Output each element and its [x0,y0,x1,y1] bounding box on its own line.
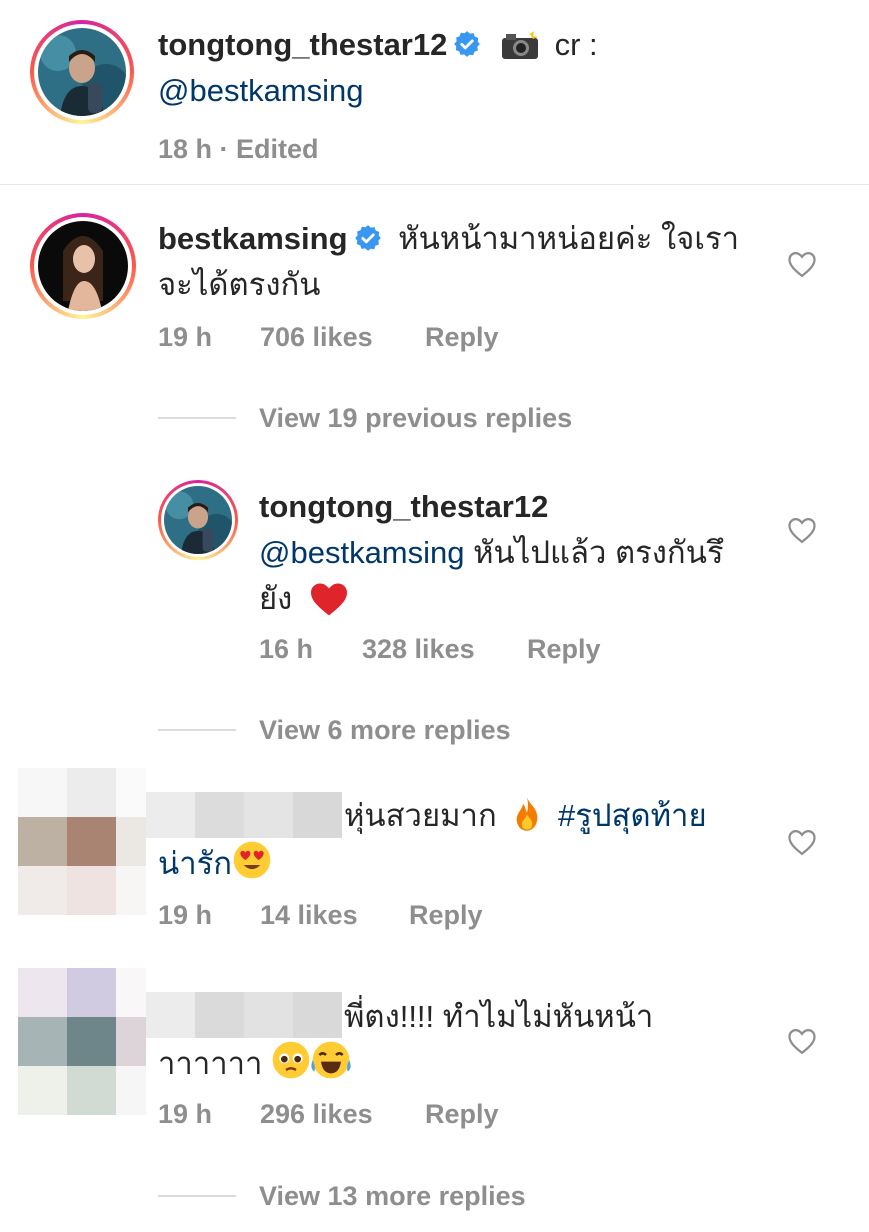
reply-mention[interactable]: @bestkamsing [259,535,465,570]
verified-badge-icon [354,225,381,251]
blurred-username[interactable] [146,792,342,838]
comment-4-line1: พี่ตง!!!! ทำไมไม่หันหน้า [344,999,654,1034]
comment-3-likes[interactable]: 14 likes [260,900,358,931]
comment-1-text-line1: หันหน้ามาหน่อยค่ะ ใจเรา [398,221,740,256]
comment-1-username[interactable]: bestkamsing [158,221,348,256]
heart-outline-icon[interactable] [787,1027,817,1055]
heart-outline-icon[interactable] [787,828,817,856]
reply-likes[interactable]: 328 likes [362,634,475,665]
caption-divider [0,184,869,185]
reply-comment: tongtong_thestar12 @bestkamsing หันไปแล้… [259,484,779,622]
comment-avatar-bestkamsing[interactable] [30,213,136,319]
comment-3-reply-button[interactable]: Reply [409,900,483,931]
replies-line [158,729,236,731]
red-heart-icon [310,583,347,616]
comment-3-line2: น่ารัก [158,840,272,887]
comment-1-reply-button[interactable]: Reply [425,322,499,353]
view-more-replies-button[interactable]: View 6 more replies [259,715,511,746]
camera-flash-icon [501,30,538,59]
post-caption: tongtong_thestar12 cr : @bestkamsing 18 … [158,22,838,165]
verified-badge-icon [454,31,481,57]
view-previous-replies-button[interactable]: View 19 previous replies [259,403,572,434]
avatar-image-diver [164,486,232,554]
heart-outline-icon[interactable] [787,516,817,544]
replies-line [158,417,236,419]
caption-suffix: cr : [554,27,598,62]
caption-mention[interactable]: @bestkamsing [158,68,838,114]
comment-3-hashtag-line2[interactable]: น่ารัก [158,846,232,881]
comment-1: bestkamsing หันหน้ามาหน่อยค่ะ ใจเรา จะได… [158,216,778,308]
fire-emoji-icon [517,797,538,831]
reply-username[interactable]: tongtong_thestar12 [259,489,548,524]
avatar-image-diver [38,28,126,116]
blurred-avatar[interactable] [18,768,148,918]
tears-of-joy-emoji-icon [311,1041,351,1079]
replies-line [158,1195,236,1197]
heart-outline-icon[interactable] [787,250,817,278]
comment-1-time: 19 h [158,322,213,352]
blurred-avatar[interactable] [18,968,148,1118]
comment-4-reply-button[interactable]: Reply [425,1099,499,1130]
reply-reply-button[interactable]: Reply [527,634,601,665]
comment-4-likes[interactable]: 296 likes [260,1099,373,1130]
post-meta: 18 h · Edited [158,134,319,164]
comment-4-text-line2: าาาาาา [158,1046,263,1081]
pleading-face-emoji-icon [272,1041,310,1079]
reply-text-line2: ยัง [259,581,293,616]
avatar-image-woman [38,221,128,311]
post-author-avatar[interactable] [30,20,134,124]
post-author-username[interactable]: tongtong_thestar12 [158,27,447,62]
comment-4-time: 19 h [158,1099,213,1129]
reply-time: 16 h [259,634,314,664]
reply-avatar-tongtong[interactable] [158,480,238,560]
comment-3-hashtag[interactable]: #รูปสุดท้าย [558,798,707,833]
comment-3-time: 19 h [158,900,213,930]
heart-eyes-emoji-icon [233,841,271,879]
comment-3-text: หุ่นสวยมาก [344,798,497,833]
comment-1-text-line2: จะได้ตรงกัน [158,267,321,302]
blurred-username[interactable] [146,992,342,1038]
comment-4-line2: าาาาาา [158,1040,351,1087]
reply-text-line1: หันไปแล้ว ตรงกันรึ [464,535,724,570]
view-more-replies-button[interactable]: View 13 more replies [259,1181,526,1212]
comment-1-likes[interactable]: 706 likes [260,322,373,353]
comment-3-line1: หุ่นสวยมาก #รูปสุดท้าย [344,793,707,839]
